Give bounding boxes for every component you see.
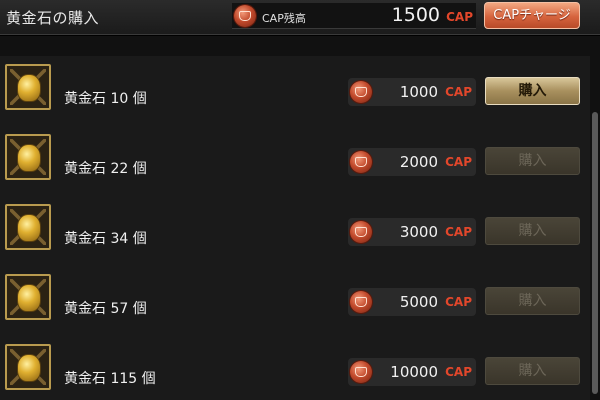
balance-unit: CAP <box>446 10 473 24</box>
buy-button[interactable]: 購入 <box>485 357 580 385</box>
gold-stone-icon <box>5 204 51 250</box>
cap-coin-icon <box>350 291 372 313</box>
buy-button[interactable]: 購入 <box>485 147 580 175</box>
item-name: 黄金石 34 個 <box>64 231 147 247</box>
app-window: 黄金石の購入 CAP残高 1500 CAP CAPチャージ 黄金石 10 個 1… <box>0 0 600 400</box>
cap-coin-icon <box>350 361 372 383</box>
item-name: 黄金石 57 個 <box>64 301 147 317</box>
item-price: 1000 CAP <box>348 78 476 106</box>
price-value: 3000 <box>399 223 438 241</box>
cap-coin-icon <box>350 81 372 103</box>
price-unit: CAP <box>445 365 472 379</box>
cap-charge-button[interactable]: CAPチャージ <box>484 2 580 29</box>
gold-stone-icon <box>5 64 51 110</box>
price-unit: CAP <box>445 85 472 99</box>
list-item: 黄金石 10 個 1000 CAP 購入 <box>0 56 590 127</box>
gold-stone-icon <box>5 274 51 320</box>
list-item: 黄金石 34 個 3000 CAP 購入 <box>0 196 590 267</box>
item-price: 2000 CAP <box>348 148 476 176</box>
item-price: 10000 CAP <box>348 358 476 386</box>
list-item: 黄金石 115 個 10000 CAP 購入 <box>0 336 590 400</box>
page-title: 黄金石の購入 <box>6 9 100 27</box>
price-value: 5000 <box>399 293 438 311</box>
item-name: 黄金石 22 個 <box>64 161 147 177</box>
buy-button[interactable]: 購入 <box>485 287 580 315</box>
item-price: 3000 CAP <box>348 218 476 246</box>
gold-stone-icon <box>5 344 51 390</box>
price-unit: CAP <box>445 225 472 239</box>
list-item: 黄金石 22 個 2000 CAP 購入 <box>0 126 590 197</box>
price-value: 2000 <box>399 153 438 171</box>
cap-balance: CAP残高 1500 CAP <box>232 3 476 29</box>
scrollbar[interactable] <box>592 112 598 394</box>
price-unit: CAP <box>445 155 472 169</box>
buy-button[interactable]: 購入 <box>485 217 580 245</box>
balance-value: 1500 <box>391 4 440 26</box>
item-list: 黄金石 10 個 1000 CAP 購入 黄金石 22 個 2000 CAP 購… <box>0 56 600 400</box>
item-name: 黄金石 10 個 <box>64 91 147 107</box>
price-unit: CAP <box>445 295 472 309</box>
header-bar: 黄金石の購入 CAP残高 1500 CAP CAPチャージ <box>0 0 600 35</box>
cap-coin-icon <box>234 5 256 27</box>
item-name: 黄金石 115 個 <box>64 371 156 387</box>
item-price: 5000 CAP <box>348 288 476 316</box>
price-value: 1000 <box>399 83 438 101</box>
balance-label: CAP残高 <box>262 12 306 25</box>
cap-coin-icon <box>350 221 372 243</box>
cap-coin-icon <box>350 151 372 173</box>
price-value: 10000 <box>390 363 438 381</box>
gold-stone-icon <box>5 134 51 180</box>
buy-button[interactable]: 購入 <box>485 77 580 105</box>
list-item: 黄金石 57 個 5000 CAP 購入 <box>0 266 590 337</box>
